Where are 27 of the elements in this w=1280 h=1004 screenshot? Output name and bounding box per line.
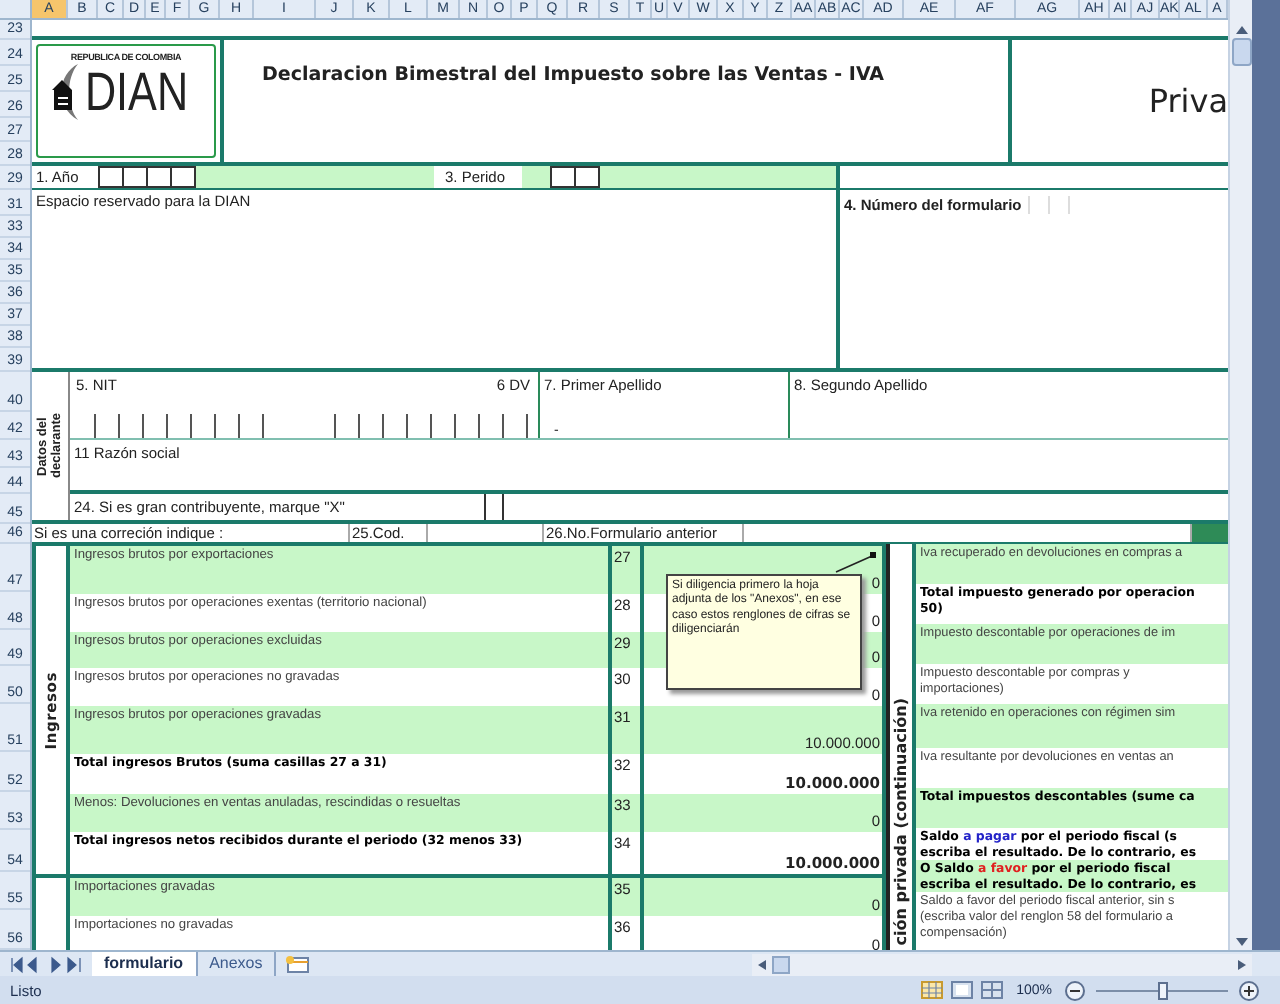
sheet-nav-icon[interactable] — [8, 955, 84, 973]
zoom-in-button[interactable] — [1238, 979, 1260, 1001]
emblem-icon — [51, 64, 80, 120]
digit-box[interactable] — [98, 166, 122, 188]
digit-box[interactable] — [549, 166, 573, 188]
shaded-cell — [1192, 524, 1228, 542]
sheet-tab[interactable]: formulario — [92, 952, 198, 976]
vertical-scrollbar[interactable] — [1228, 0, 1252, 950]
page-break-view-button[interactable] — [980, 980, 1005, 1000]
horizontal-scrollbar[interactable] — [752, 953, 1252, 975]
form-title: Declaracion Bimestral del Impuesto sobre las Ventas - IVA — [262, 64, 887, 86]
normal-view-button[interactable] — [920, 980, 945, 1000]
section-label: ción privada (continuación) — [892, 698, 910, 946]
leader-line — [834, 550, 878, 574]
digit-box[interactable] — [122, 166, 146, 188]
page-layout-view-button[interactable] — [950, 980, 975, 1000]
scroll-thumb[interactable] — [1231, 38, 1251, 66]
form-subtitle: Priva — [1148, 82, 1228, 120]
digit-box[interactable] — [573, 166, 597, 188]
shaded-cell — [521, 166, 549, 188]
zoom-out-button[interactable] — [1064, 979, 1086, 1001]
insert-sheet-icon[interactable] — [282, 954, 315, 974]
scroll-up-button[interactable] — [1231, 22, 1251, 38]
scroll-thumb[interactable] — [772, 955, 790, 973]
digit-box[interactable] — [146, 166, 170, 188]
logo-text: DIAN — [84, 62, 188, 122]
digit-box[interactable] — [170, 166, 194, 188]
